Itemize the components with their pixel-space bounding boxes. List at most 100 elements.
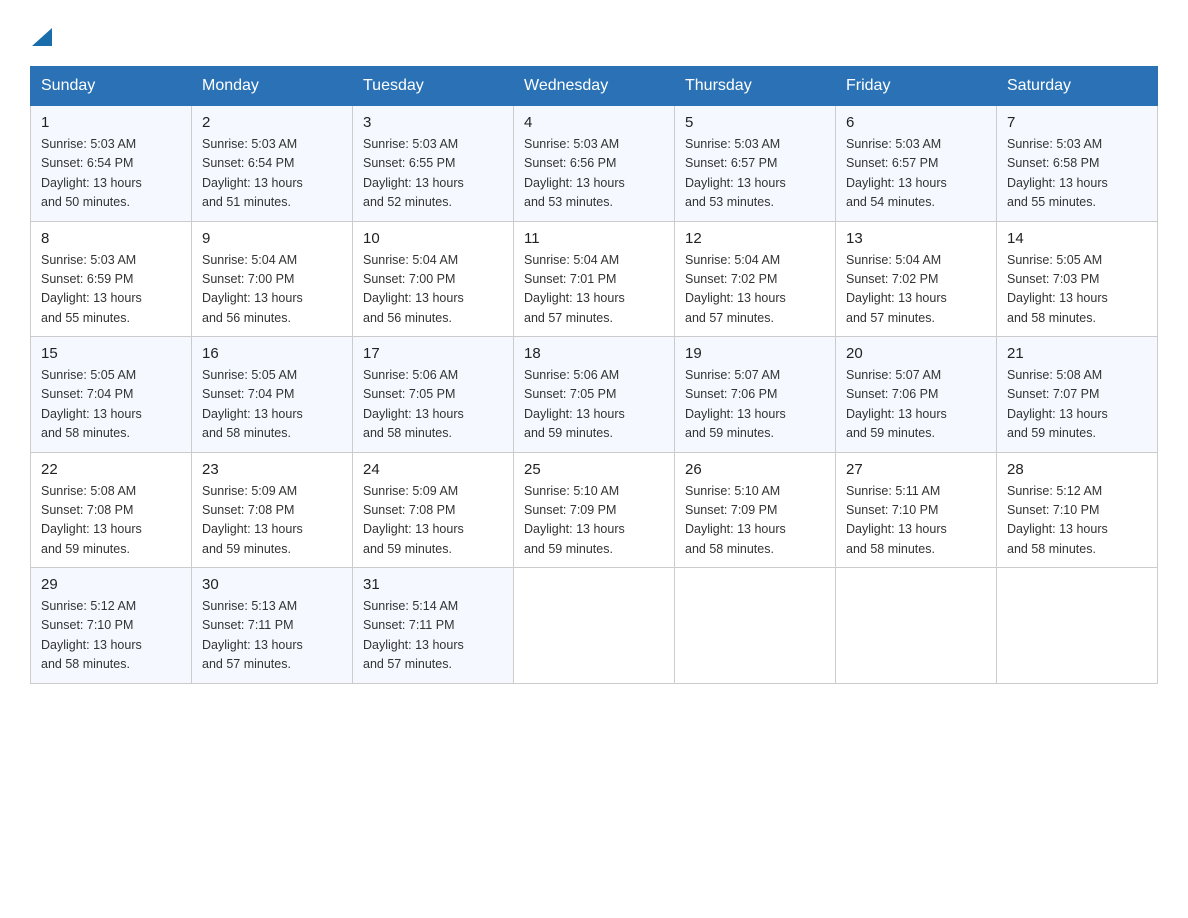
day-number: 31 <box>363 576 503 593</box>
day-number: 2 <box>202 114 342 131</box>
calendar-cell: 29 Sunrise: 5:12 AMSunset: 7:10 PMDayligh… <box>31 568 192 684</box>
day-number: 10 <box>363 230 503 247</box>
day-sun-info: Sunrise: 5:04 AMSunset: 7:00 PMDaylight:… <box>363 251 503 329</box>
day-header-wednesday: Wednesday <box>514 67 675 106</box>
day-sun-info: Sunrise: 5:05 AMSunset: 7:04 PMDaylight:… <box>41 366 181 444</box>
logo-icon <box>32 24 52 46</box>
day-sun-info: Sunrise: 5:03 AMSunset: 6:55 PMDaylight:… <box>363 135 503 213</box>
calendar-cell: 15 Sunrise: 5:05 AMSunset: 7:04 PMDayligh… <box>31 337 192 453</box>
calendar-cell <box>997 568 1158 684</box>
calendar-cell: 26 Sunrise: 5:10 AMSunset: 7:09 PMDayligh… <box>675 452 836 568</box>
day-header-tuesday: Tuesday <box>353 67 514 106</box>
day-number: 8 <box>41 230 181 247</box>
day-sun-info: Sunrise: 5:03 AMSunset: 6:58 PMDaylight:… <box>1007 135 1147 213</box>
calendar-week-row: 15 Sunrise: 5:05 AMSunset: 7:04 PMDayligh… <box>31 337 1158 453</box>
calendar-cell: 19 Sunrise: 5:07 AMSunset: 7:06 PMDayligh… <box>675 337 836 453</box>
calendar-cell: 18Sunrise: 5:06 AMSunset: 7:05 PMDayligh… <box>514 337 675 453</box>
day-number: 4 <box>524 114 664 131</box>
day-sun-info: Sunrise: 5:03 AMSunset: 6:54 PMDaylight:… <box>202 135 342 213</box>
day-sun-info: Sunrise: 5:13 AMSunset: 7:11 PMDaylight:… <box>202 597 342 675</box>
calendar-cell: 7 Sunrise: 5:03 AMSunset: 6:58 PMDaylight… <box>997 106 1158 222</box>
day-sun-info: Sunrise: 5:09 AMSunset: 7:08 PMDaylight:… <box>363 482 503 560</box>
day-sun-info: Sunrise: 5:09 AMSunset: 7:08 PMDaylight:… <box>202 482 342 560</box>
calendar-cell <box>514 568 675 684</box>
day-sun-info: Sunrise: 5:10 AMSunset: 7:09 PMDaylight:… <box>685 482 825 560</box>
calendar-cell: 8 Sunrise: 5:03 AMSunset: 6:59 PMDaylight… <box>31 221 192 337</box>
calendar-cell: 22 Sunrise: 5:08 AMSunset: 7:08 PMDayligh… <box>31 452 192 568</box>
day-number: 19 <box>685 345 825 362</box>
calendar-week-row: 22 Sunrise: 5:08 AMSunset: 7:08 PMDayligh… <box>31 452 1158 568</box>
day-sun-info: Sunrise: 5:14 AMSunset: 7:11 PMDaylight:… <box>363 597 503 675</box>
calendar-cell: 1 Sunrise: 5:03 AMSunset: 6:54 PMDaylight… <box>31 106 192 222</box>
day-number: 25 <box>524 461 664 478</box>
day-header-sunday: Sunday <box>31 67 192 106</box>
day-number: 30 <box>202 576 342 593</box>
day-number: 14 <box>1007 230 1147 247</box>
day-number: 23 <box>202 461 342 478</box>
day-sun-info: Sunrise: 5:03 AMSunset: 6:59 PMDaylight:… <box>41 251 181 329</box>
day-sun-info: Sunrise: 5:07 AMSunset: 7:06 PMDaylight:… <box>685 366 825 444</box>
day-number: 3 <box>363 114 503 131</box>
calendar-cell: 12Sunrise: 5:04 AMSunset: 7:02 PMDayligh… <box>675 221 836 337</box>
day-sun-info: Sunrise: 5:05 AMSunset: 7:03 PMDaylight:… <box>1007 251 1147 329</box>
day-sun-info: Sunrise: 5:08 AMSunset: 7:08 PMDaylight:… <box>41 482 181 560</box>
calendar-cell: 21 Sunrise: 5:08 AMSunset: 7:07 PMDayligh… <box>997 337 1158 453</box>
calendar-week-row: 8 Sunrise: 5:03 AMSunset: 6:59 PMDaylight… <box>31 221 1158 337</box>
day-number: 5 <box>685 114 825 131</box>
day-number: 21 <box>1007 345 1147 362</box>
calendar-week-row: 1 Sunrise: 5:03 AMSunset: 6:54 PMDaylight… <box>31 106 1158 222</box>
calendar-cell: 6Sunrise: 5:03 AMSunset: 6:57 PMDaylight… <box>836 106 997 222</box>
day-sun-info: Sunrise: 5:12 AMSunset: 7:10 PMDaylight:… <box>1007 482 1147 560</box>
day-header-monday: Monday <box>192 67 353 106</box>
logo <box>30 24 52 46</box>
day-sun-info: Sunrise: 5:10 AMSunset: 7:09 PMDaylight:… <box>524 482 664 560</box>
calendar-cell: 10 Sunrise: 5:04 AMSunset: 7:00 PMDayligh… <box>353 221 514 337</box>
day-number: 18 <box>524 345 664 362</box>
day-sun-info: Sunrise: 5:04 AMSunset: 7:02 PMDaylight:… <box>846 251 986 329</box>
page-header <box>30 24 1158 46</box>
day-number: 29 <box>41 576 181 593</box>
day-sun-info: Sunrise: 5:11 AMSunset: 7:10 PMDaylight:… <box>846 482 986 560</box>
day-sun-info: Sunrise: 5:03 AMSunset: 6:54 PMDaylight:… <box>41 135 181 213</box>
day-sun-info: Sunrise: 5:04 AMSunset: 7:00 PMDaylight:… <box>202 251 342 329</box>
day-sun-info: Sunrise: 5:08 AMSunset: 7:07 PMDaylight:… <box>1007 366 1147 444</box>
calendar-cell <box>675 568 836 684</box>
day-sun-info: Sunrise: 5:12 AMSunset: 7:10 PMDaylight:… <box>41 597 181 675</box>
calendar-cell: 14 Sunrise: 5:05 AMSunset: 7:03 PMDayligh… <box>997 221 1158 337</box>
calendar-cell: 23 Sunrise: 5:09 AMSunset: 7:08 PMDayligh… <box>192 452 353 568</box>
day-number: 1 <box>41 114 181 131</box>
calendar-cell: 3 Sunrise: 5:03 AMSunset: 6:55 PMDaylight… <box>353 106 514 222</box>
calendar-cell: 17 Sunrise: 5:06 AMSunset: 7:05 PMDayligh… <box>353 337 514 453</box>
day-number: 17 <box>363 345 503 362</box>
calendar-cell: 9Sunrise: 5:04 AMSunset: 7:00 PMDaylight… <box>192 221 353 337</box>
calendar-cell: 25 Sunrise: 5:10 AMSunset: 7:09 PMDayligh… <box>514 452 675 568</box>
day-sun-info: Sunrise: 5:06 AMSunset: 7:05 PMDaylight:… <box>363 366 503 444</box>
day-header-saturday: Saturday <box>997 67 1158 106</box>
day-sun-info: Sunrise: 5:05 AMSunset: 7:04 PMDaylight:… <box>202 366 342 444</box>
calendar-cell <box>836 568 997 684</box>
calendar-cell: 30 Sunrise: 5:13 AMSunset: 7:11 PMDayligh… <box>192 568 353 684</box>
calendar-cell: 28 Sunrise: 5:12 AMSunset: 7:10 PMDayligh… <box>997 452 1158 568</box>
day-sun-info: Sunrise: 5:04 AMSunset: 7:01 PMDaylight:… <box>524 251 664 329</box>
day-number: 24 <box>363 461 503 478</box>
day-number: 27 <box>846 461 986 478</box>
calendar-table: SundayMondayTuesdayWednesdayThursdayFrid… <box>30 66 1158 684</box>
calendar-cell: 2 Sunrise: 5:03 AMSunset: 6:54 PMDaylight… <box>192 106 353 222</box>
calendar-cell: 4Sunrise: 5:03 AMSunset: 6:56 PMDaylight… <box>514 106 675 222</box>
day-number: 16 <box>202 345 342 362</box>
day-number: 26 <box>685 461 825 478</box>
calendar-cell: 20Sunrise: 5:07 AMSunset: 7:06 PMDayligh… <box>836 337 997 453</box>
calendar-cell: 16 Sunrise: 5:05 AMSunset: 7:04 PMDayligh… <box>192 337 353 453</box>
day-number: 13 <box>846 230 986 247</box>
calendar-cell: 11Sunrise: 5:04 AMSunset: 7:01 PMDayligh… <box>514 221 675 337</box>
calendar-cell: 31 Sunrise: 5:14 AMSunset: 7:11 PMDayligh… <box>353 568 514 684</box>
calendar-cell: 24 Sunrise: 5:09 AMSunset: 7:08 PMDayligh… <box>353 452 514 568</box>
calendar-cell: 27 Sunrise: 5:11 AMSunset: 7:10 PMDayligh… <box>836 452 997 568</box>
day-sun-info: Sunrise: 5:07 AMSunset: 7:06 PMDaylight:… <box>846 366 986 444</box>
day-number: 6 <box>846 114 986 131</box>
day-header-thursday: Thursday <box>675 67 836 106</box>
day-number: 7 <box>1007 114 1147 131</box>
day-number: 22 <box>41 461 181 478</box>
day-number: 28 <box>1007 461 1147 478</box>
day-number: 15 <box>41 345 181 362</box>
